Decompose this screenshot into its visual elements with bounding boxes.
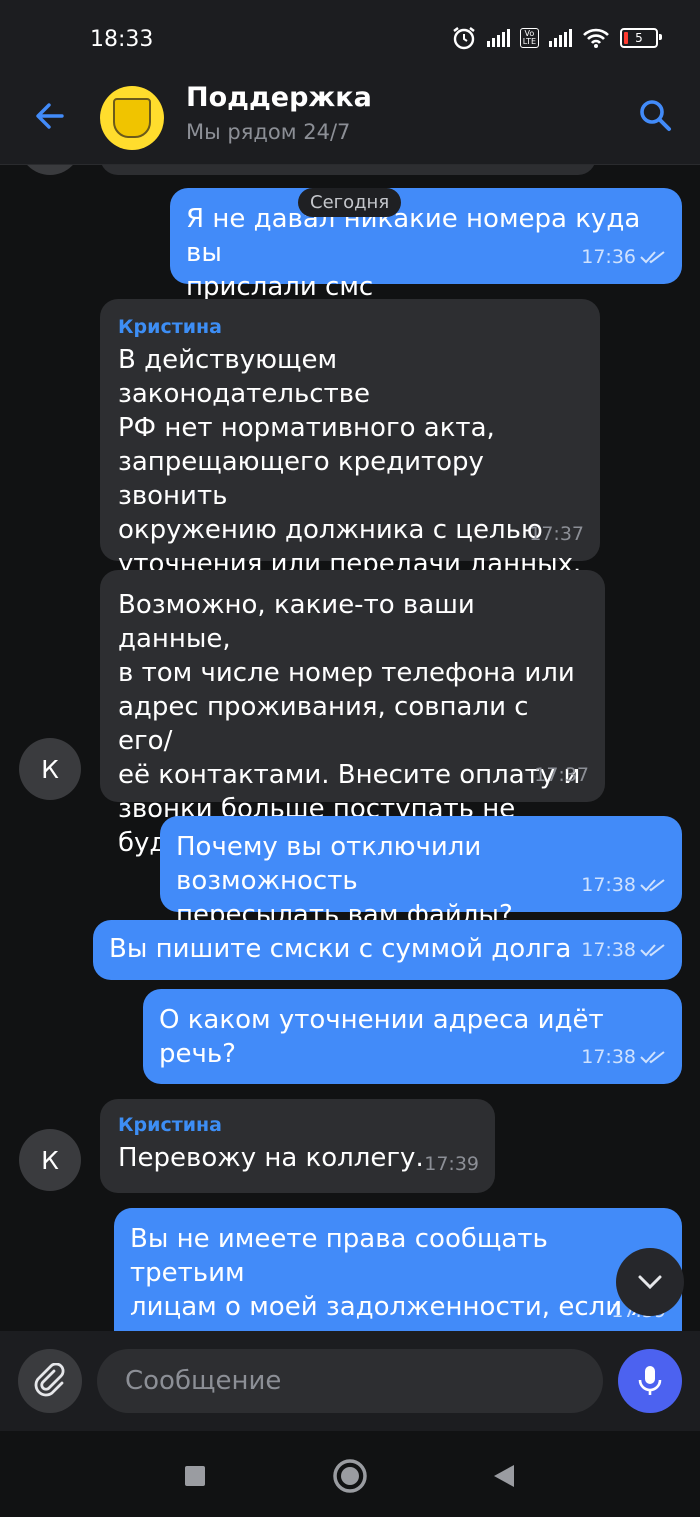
message-time: 17:38 [581,1046,636,1068]
bank-logo-icon [113,98,151,138]
message-input[interactable] [97,1349,603,1413]
alarm-icon [452,27,475,50]
partial-message [100,165,596,175]
search-icon[interactable] [638,98,672,132]
message-time: 17:39 [424,1153,479,1175]
outgoing-message[interactable]: Почему вы отключили возможность пересыла… [160,816,682,930]
recents-square-icon[interactable] [184,1465,206,1487]
outgoing-message[interactable]: Я не давал никакие номера куда вы присла… [170,188,682,302]
status-icons: Vo LTE 5 [451,26,662,50]
double-check-icon [640,944,665,957]
message-time: 17:37 [534,764,589,786]
chat-header: Поддержка Мы рядом 24/7 [0,68,700,165]
status-time: 18:33 [90,27,154,52]
home-circle-icon[interactable] [332,1458,368,1494]
sender-name[interactable]: Кристина [118,1113,477,1137]
chat-subtitle: Мы рядом 24/7 [186,120,351,144]
double-check-icon [640,1051,665,1064]
avatar-partial [19,165,81,175]
system-nav-bar [0,1431,700,1517]
message-time: 17:37 [529,523,584,545]
volte-icon: Vo LTE [519,28,539,48]
message-composer [0,1331,700,1431]
sender-name[interactable]: Кристина [118,315,582,339]
microphone-button[interactable] [618,1349,682,1413]
battery-level: 5 [635,31,643,45]
sender-avatar[interactable]: К [19,738,81,800]
microphone-icon [638,1366,662,1395]
message-time: 17:36 [581,246,636,268]
status-bar: 18:33 Vo LTE 5 [0,0,700,68]
message-list[interactable]: Я не давал никакие номера куда вы присла… [0,165,700,1331]
outgoing-message[interactable]: Вы пишите смски с суммой долга 17:38 [93,920,682,980]
incoming-message[interactable]: Кристина В действующем законодательстве … [100,299,600,579]
back-triangle-icon[interactable] [492,1463,516,1489]
outgoing-message[interactable]: О каком уточнении адреса идёт речь? 17:3… [143,989,682,1084]
sender-avatar[interactable]: К [19,1129,81,1191]
signal-icon [486,29,510,47]
incoming-message[interactable]: Возможно, какие-то ваши данные, в том чи… [100,570,605,858]
message-text: Вы не имеете права сообщать третьим лица… [130,1224,646,1331]
signal-icon-2 [549,29,572,47]
incoming-message[interactable]: Кристина Перевожу на коллегу. 17:39 [100,1099,495,1193]
date-separator: Сегодня [298,188,402,217]
support-avatar[interactable] [100,86,164,150]
attach-button[interactable] [18,1349,82,1413]
battery-icon: 5 [620,28,662,48]
message-text: Перевожу на коллегу. [118,1143,424,1173]
outgoing-message[interactable]: Вы не имеете права сообщать третьим лица… [114,1208,682,1331]
message-text: В действующем законодательстве РФ нет но… [118,345,582,579]
double-check-icon [640,251,665,264]
wifi-icon [583,28,609,48]
chevron-down-icon [638,1275,662,1290]
scroll-down-button[interactable] [616,1248,684,1316]
arrow-left-icon[interactable] [32,98,68,134]
double-check-icon [640,879,665,892]
paperclip-icon [34,1363,65,1397]
message-time: 17:38 [581,874,636,896]
chat-title[interactable]: Поддержка [186,82,372,113]
message-time: 17:38 [581,939,636,961]
